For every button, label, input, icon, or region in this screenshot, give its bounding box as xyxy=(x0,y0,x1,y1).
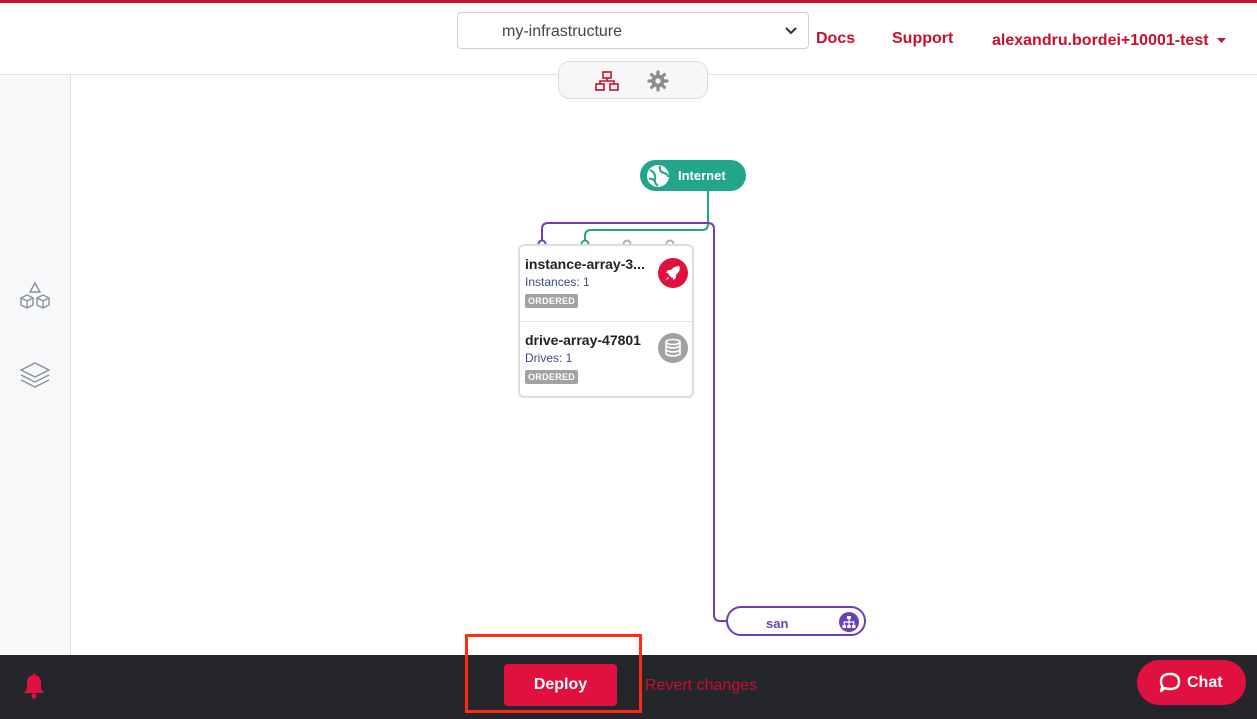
chat-label: Chat xyxy=(1187,674,1223,691)
status-badge: ORDERED xyxy=(525,294,579,308)
chat-button[interactable]: Chat xyxy=(1137,660,1246,705)
deploy-button[interactable]: Deploy xyxy=(504,664,617,706)
rocket-icon xyxy=(658,258,688,288)
instance-array-title: instance-array-3... xyxy=(525,256,645,272)
globe-icon xyxy=(647,165,669,187)
chat-bubble-icon xyxy=(1159,672,1181,693)
internet-node[interactable]: Internet xyxy=(640,160,746,191)
wire-internet-to-instance xyxy=(584,191,709,244)
status-badge: ORDERED xyxy=(525,370,579,384)
drive-array-section[interactable]: drive-array-47801 Drives: 1 ORDERED xyxy=(520,322,692,396)
revert-changes-link[interactable]: Revert changes xyxy=(645,677,757,695)
network-icon xyxy=(839,612,859,632)
san-node-label: san xyxy=(766,616,789,631)
bottom-bar: Deploy Revert changes Chat xyxy=(0,634,1257,719)
internet-node-label: Internet xyxy=(678,168,726,183)
database-icon xyxy=(658,333,688,363)
instance-count: Instances: 1 xyxy=(525,275,590,289)
drive-count: Drives: 1 xyxy=(525,351,573,365)
bell-icon[interactable] xyxy=(21,671,47,699)
instance-array-section[interactable]: instance-array-3... Instances: 1 ORDERED xyxy=(520,246,692,320)
drive-array-title: drive-array-47801 xyxy=(525,332,641,348)
san-node[interactable]: san xyxy=(726,606,866,636)
array-card: instance-array-3... Instances: 1 ORDERED… xyxy=(518,244,694,398)
